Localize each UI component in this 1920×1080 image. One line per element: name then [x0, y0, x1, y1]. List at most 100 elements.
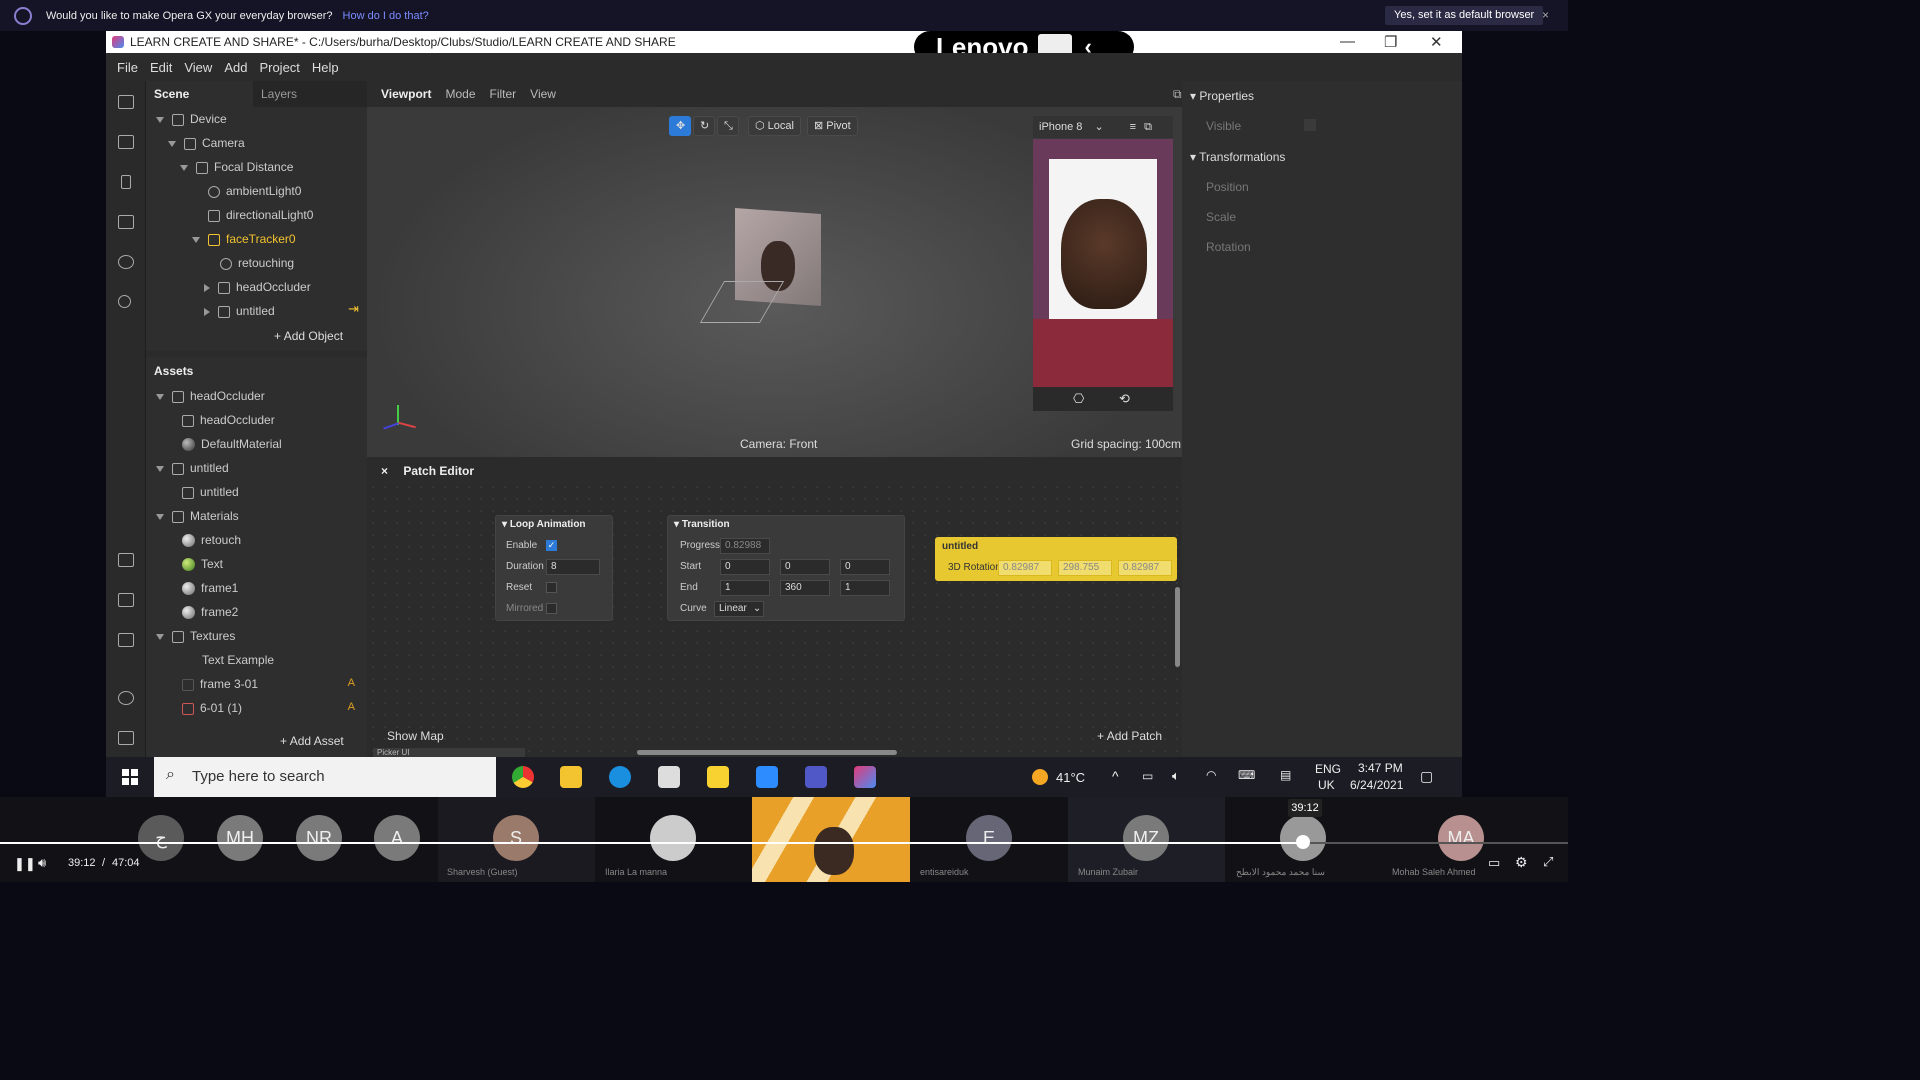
asset-frame-3-01[interactable]: frame 3-01 [182, 672, 258, 696]
maximize-button[interactable]: ❐ [1384, 33, 1397, 51]
asset-headoccluder-mesh[interactable]: headOccluder [182, 408, 275, 432]
tree-item-device[interactable]: Device [156, 107, 227, 131]
tree-item-facetracker[interactable]: faceTracker0 [192, 227, 296, 251]
add-asset-button[interactable]: + Add Asset [280, 734, 344, 748]
pin-icon[interactable]: ⤢ [1543, 854, 1553, 870]
simulator-preview[interactable] [1033, 139, 1173, 387]
tab-viewport[interactable]: Viewport [381, 87, 431, 101]
refresh-icon[interactable] [118, 255, 134, 269]
zoom-icon[interactable] [756, 766, 778, 788]
tree-item-retouching[interactable]: retouching [220, 251, 294, 275]
keyboard-icon[interactable]: ⌨︎ [1238, 768, 1255, 782]
asset-text[interactable]: Text [182, 552, 223, 576]
spark-ar-icon[interactable] [854, 766, 876, 788]
video-icon[interactable] [118, 135, 134, 149]
properties-header[interactable]: ▾ Properties [1190, 89, 1254, 103]
battery-icon[interactable]: ▭ [1142, 769, 1153, 783]
teams-icon[interactable] [805, 766, 827, 788]
seek-handle[interactable] [1296, 835, 1310, 849]
tree-item-directional-light[interactable]: directionalLight0 [208, 203, 313, 227]
settings-gear-icon[interactable]: ⚙︎ [1515, 854, 1528, 871]
search-icon[interactable] [118, 295, 131, 308]
wifi-icon[interactable]: ◠ [1206, 768, 1216, 782]
move-to-icon[interactable]: ⇥ [348, 301, 359, 317]
start-z-field[interactable]: 0 [840, 559, 890, 575]
add-object-button[interactable]: + Add Object [274, 329, 343, 343]
transition-node[interactable]: ▾ Transition Progress 0.82988 Start 0 0 … [667, 515, 905, 621]
asset-frame2[interactable]: frame2 [182, 600, 238, 624]
reset-button[interactable] [546, 582, 557, 593]
menu-edit[interactable]: Edit [150, 60, 172, 75]
import-icon[interactable] [118, 553, 134, 567]
volume-icon[interactable]: 🔈︎ [1172, 768, 1180, 784]
menu-add[interactable]: Add [224, 60, 247, 75]
end-z-field[interactable]: 1 [840, 580, 890, 596]
visible-checkbox[interactable] [1304, 119, 1316, 131]
bug-icon[interactable] [118, 691, 134, 705]
local-button[interactable]: ⬡ Local [748, 116, 801, 136]
viewport-panel[interactable]: Viewport Mode Filter View ⧉ ✥ ↻ ⤡ ⬡ Loca… [367, 81, 1182, 457]
menu-project[interactable]: Project [259, 60, 299, 75]
asset-default-material[interactable]: DefaultMaterial [182, 432, 282, 456]
scale-tool-icon[interactable]: ⤡ [717, 116, 739, 136]
tree-item-camera[interactable]: Camera [168, 131, 245, 155]
asset-frame1[interactable]: frame1 [182, 576, 238, 600]
pause-icon[interactable] [121, 175, 131, 189]
menu-help[interactable]: Help [312, 60, 339, 75]
chevron-up-icon[interactable]: ^ [1112, 768, 1119, 784]
asset-textures-folder[interactable]: Textures [156, 624, 235, 648]
asset-materials-folder[interactable]: Materials [156, 504, 239, 528]
end-x-field[interactable]: 1 [720, 580, 770, 596]
asset-6-01[interactable]: 6-01 (1) [182, 696, 242, 720]
clock-time[interactable]: 3:47 PM [1358, 761, 1403, 775]
pause-icon[interactable]: ❚❚ [14, 856, 36, 872]
menu-file[interactable]: File [117, 60, 138, 75]
mirrored-checkbox[interactable] [546, 603, 557, 614]
tab-filter[interactable]: Filter [490, 87, 517, 101]
patch-editor[interactable]: × Patch Editor ▾ Loop Animation Enable ✓… [367, 457, 1182, 757]
windows-start-icon[interactable] [122, 769, 138, 785]
captions-icon[interactable]: ▭ [1488, 855, 1500, 871]
video-progress-bar[interactable] [0, 842, 1568, 844]
tree-item-ambient-light[interactable]: ambientLight0 [208, 179, 301, 203]
popout-icon[interactable]: ⧉ [1173, 87, 1182, 102]
how-do-i-link[interactable]: How do I do that? [343, 10, 429, 22]
show-map-button[interactable]: Show Map [387, 729, 444, 743]
square-icon[interactable] [118, 215, 134, 229]
tree-item-untitled[interactable]: untitled [204, 299, 275, 323]
upload-icon[interactable] [118, 633, 134, 647]
end-y-field[interactable]: 360 [780, 580, 830, 596]
tree-item-focal-distance[interactable]: Focal Distance [180, 155, 293, 179]
taskbar-search-input[interactable]: Type here to search [154, 757, 496, 797]
language-indicator[interactable]: ENG [1315, 762, 1341, 776]
rotate-tool-icon[interactable]: ↻ [693, 116, 715, 136]
picker-ui-tab[interactable]: Picker UI [373, 748, 525, 757]
close-patch-editor-icon[interactable]: × [381, 464, 388, 478]
curve-select[interactable]: Linear ⌄ [714, 601, 764, 617]
loop-animation-node[interactable]: ▾ Loop Animation Enable ✓ Duration 8 Res… [495, 515, 613, 621]
send-to-device-icon[interactable] [118, 593, 134, 607]
add-patch-button[interactable]: + Add Patch [1097, 729, 1162, 743]
duration-field[interactable]: 8 [546, 559, 600, 575]
minimize-button[interactable]: — [1340, 33, 1355, 50]
sticky-notes-icon[interactable] [707, 766, 729, 788]
console-icon[interactable] [118, 731, 134, 745]
tree-item-headoccluder[interactable]: headOccluder [204, 275, 311, 299]
asset-untitled-folder[interactable]: untitled [156, 456, 229, 480]
layout-icon[interactable] [118, 95, 134, 109]
tab-layers[interactable]: Layers [253, 81, 360, 107]
stack-app-icon[interactable] [658, 766, 680, 788]
clock-date[interactable]: 6/24/2021 [1350, 778, 1403, 792]
start-y-field[interactable]: 0 [780, 559, 830, 575]
move-tool-icon[interactable]: ✥ [669, 116, 691, 136]
patch-horizontal-scrollbar[interactable] [637, 750, 897, 755]
tab-scene[interactable]: Scene [146, 81, 253, 107]
chrome-icon[interactable] [512, 766, 534, 788]
untitled-node[interactable]: untitled 3D Rotation 0.82987 298.755 0.8… [935, 537, 1177, 581]
skype-icon[interactable] [609, 766, 631, 788]
rotate-device-icon[interactable]: ⟲ [1119, 391, 1130, 407]
file-explorer-icon[interactable] [560, 766, 582, 788]
start-x-field[interactable]: 0 [720, 559, 770, 575]
pivot-button[interactable]: ⊠ Pivot [807, 116, 858, 136]
close-banner-icon[interactable]: × [1542, 8, 1549, 22]
